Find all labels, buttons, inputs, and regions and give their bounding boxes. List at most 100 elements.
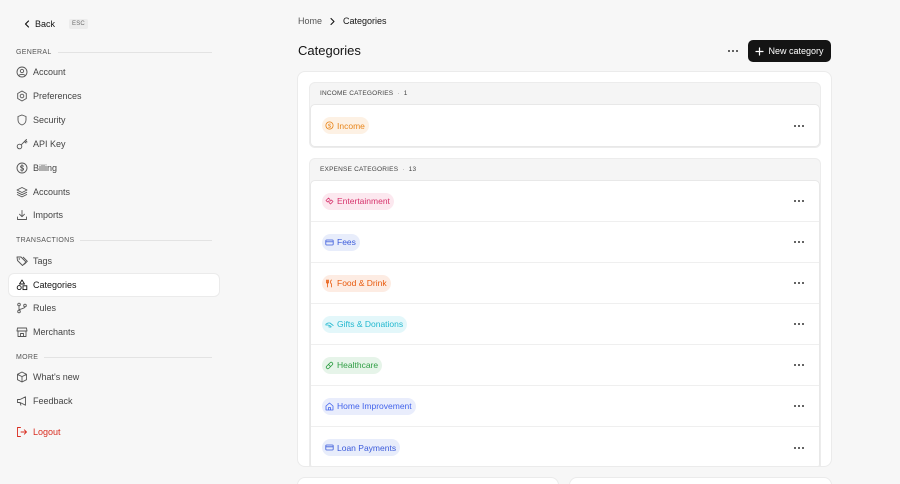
section-more: MORE bbox=[16, 352, 212, 362]
chevron-left-icon bbox=[24, 20, 30, 28]
sidebar-item-label: Tags bbox=[33, 256, 53, 266]
group-header: EXPENSE CATEGORIES · 13 bbox=[310, 159, 820, 180]
row-more-button[interactable] bbox=[791, 442, 807, 454]
category-row: Fees bbox=[311, 222, 819, 263]
sidebar-item-whats-new[interactable]: What's new bbox=[9, 366, 219, 388]
esc-badge: ESC bbox=[69, 19, 88, 29]
sidebar-item-merchants[interactable]: Merchants bbox=[9, 321, 219, 343]
row-more-button[interactable] bbox=[791, 236, 807, 248]
ticket-icon bbox=[325, 197, 334, 204]
sidebar-item-label: Categories bbox=[33, 280, 77, 290]
sidebar-item-label: What's new bbox=[33, 372, 80, 382]
separator-dot: · bbox=[397, 90, 400, 97]
layers-icon bbox=[16, 186, 28, 198]
more-horizontal-icon bbox=[794, 200, 804, 202]
category-label: Loan Payments bbox=[337, 442, 397, 453]
sidebar-item-label: Logout bbox=[33, 427, 61, 437]
credit-card-icon bbox=[325, 239, 334, 245]
user-circle-icon bbox=[16, 66, 28, 78]
row-more-button[interactable] bbox=[791, 195, 807, 207]
row-more-button[interactable] bbox=[791, 120, 807, 132]
sidebar-item-label: API Key bbox=[33, 139, 66, 149]
group-count: 1 bbox=[403, 90, 408, 97]
sidebar-item-billing[interactable]: Billing bbox=[9, 157, 219, 179]
category-badge: Loan Payments bbox=[322, 439, 401, 456]
divider bbox=[44, 356, 212, 358]
more-horizontal-icon bbox=[794, 405, 804, 407]
sidebar-item-feedback[interactable]: Feedback bbox=[9, 390, 219, 412]
sidebar-item-security[interactable]: Security bbox=[9, 109, 219, 131]
more-horizontal-icon bbox=[794, 323, 804, 325]
more-options-button[interactable] bbox=[724, 43, 742, 59]
breadcrumb-current: Categories bbox=[343, 16, 387, 26]
expense-categories-group: EXPENSE CATEGORIES · 13 Entertainment Fe… bbox=[309, 158, 821, 466]
sidebar-item-label: Feedback bbox=[33, 396, 73, 406]
category-badge: Home Improvement bbox=[322, 397, 416, 415]
divider bbox=[57, 51, 212, 53]
sidebar-item-label: Account bbox=[33, 67, 66, 77]
page-title: Categories bbox=[298, 43, 361, 58]
category-badge: Gifts & Donations bbox=[322, 315, 408, 333]
sidebar-item-imports[interactable]: Imports bbox=[9, 204, 219, 226]
key-icon bbox=[16, 138, 28, 150]
sidebar-item-api-key[interactable]: API Key bbox=[9, 133, 219, 155]
row-more-button[interactable] bbox=[791, 277, 807, 289]
category-label: Food & Drink bbox=[337, 278, 387, 288]
more-horizontal-icon bbox=[728, 50, 738, 52]
more-horizontal-icon bbox=[794, 446, 804, 449]
settings-icon bbox=[16, 90, 28, 102]
new-category-button[interactable]: New category bbox=[748, 40, 831, 62]
coin-icon bbox=[325, 121, 334, 130]
breadcrumb-home[interactable]: Home bbox=[298, 16, 322, 26]
category-list: Income bbox=[310, 104, 820, 147]
sidebar-item-rules[interactable]: Rules bbox=[9, 297, 219, 319]
category-row: Income bbox=[311, 105, 819, 146]
group-title: INCOME CATEGORIES bbox=[320, 90, 394, 97]
separator-dot: · bbox=[402, 166, 405, 173]
store-icon bbox=[16, 326, 28, 338]
category-badge: Entertainment bbox=[322, 192, 394, 210]
group-count: 13 bbox=[408, 166, 417, 173]
credit-card-icon bbox=[325, 444, 334, 451]
utensils-icon bbox=[326, 279, 332, 287]
category-row: Home Improvement bbox=[311, 386, 819, 427]
section-general-label: GENERAL bbox=[16, 48, 52, 56]
sidebar: Back ESC GENERAL Account Preferences Sec… bbox=[0, 0, 228, 484]
git-branch-icon bbox=[16, 302, 28, 314]
income-categories-group: INCOME CATEGORIES · 1 Income bbox=[309, 82, 821, 148]
chevron-right-icon bbox=[328, 17, 337, 26]
category-row: Entertainment bbox=[311, 181, 819, 222]
new-category-label: New category bbox=[768, 46, 824, 56]
back-button[interactable]: Back bbox=[22, 19, 55, 29]
row-more-button[interactable] bbox=[791, 400, 807, 412]
box-icon bbox=[16, 371, 28, 383]
dollar-circle-icon bbox=[16, 162, 28, 174]
category-label: Income bbox=[337, 120, 365, 131]
row-more-button[interactable] bbox=[791, 318, 807, 330]
sidebar-item-label: Security bbox=[33, 115, 66, 125]
section-transactions: TRANSACTIONS bbox=[16, 235, 212, 245]
sidebar-item-label: Accounts bbox=[33, 187, 71, 197]
group-title: EXPENSE CATEGORIES bbox=[320, 166, 399, 173]
category-badge: Income bbox=[322, 117, 369, 134]
sidebar-item-label: Imports bbox=[33, 210, 64, 220]
shapes-icon bbox=[16, 279, 28, 291]
bottom-card-left bbox=[297, 477, 559, 484]
category-badge: Food & Drink bbox=[322, 274, 391, 292]
sidebar-item-preferences[interactable]: Preferences bbox=[9, 85, 219, 107]
row-more-button[interactable] bbox=[791, 359, 807, 371]
plus-icon bbox=[755, 46, 765, 56]
section-general: GENERAL bbox=[16, 47, 212, 57]
sidebar-item-accounts[interactable]: Accounts bbox=[9, 181, 219, 203]
sidebar-item-account[interactable]: Account bbox=[9, 61, 219, 83]
sidebar-item-logout[interactable]: Logout bbox=[9, 421, 219, 443]
category-row: Food & Drink bbox=[311, 263, 819, 304]
category-label: Home Improvement bbox=[337, 401, 412, 411]
sidebar-item-tags[interactable]: Tags bbox=[9, 250, 219, 272]
back-row: Back ESC bbox=[22, 17, 88, 31]
sidebar-item-categories[interactable]: Categories bbox=[9, 274, 219, 296]
sidebar-item-label: Rules bbox=[33, 303, 57, 313]
category-label: Entertainment bbox=[337, 196, 390, 206]
section-transactions-label: TRANSACTIONS bbox=[16, 236, 75, 244]
hand-heart-icon bbox=[325, 322, 334, 328]
